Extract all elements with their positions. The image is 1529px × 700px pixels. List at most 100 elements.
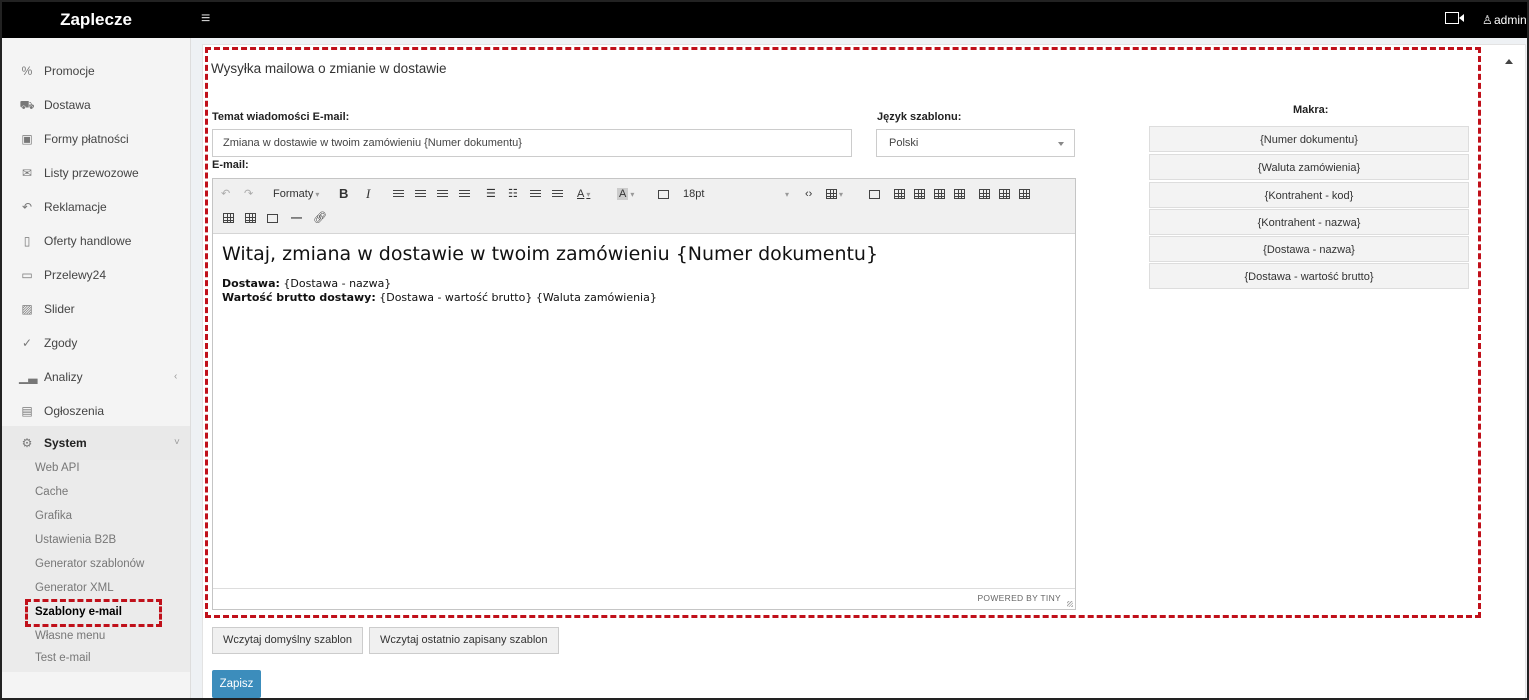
- powered-by-label[interactable]: POWERED BY TINY: [977, 593, 1061, 603]
- sidebar: % Promocje ⛟ Dostawa ▣ Formy płatności ✉…: [2, 38, 191, 698]
- email-line-delivery: Dostawa: {Dostawa - nazwa}: [222, 277, 1067, 291]
- redo-icon[interactable]: ↷: [244, 185, 253, 203]
- horizontal-rule-icon[interactable]: —: [291, 209, 302, 227]
- submenu-item-generator-szablonow[interactable]: Generator szablonów: [35, 553, 144, 575]
- outdent-icon[interactable]: [530, 185, 541, 203]
- save-button[interactable]: Zapisz: [212, 670, 261, 698]
- load-last-saved-button[interactable]: Wczytaj ostatnio zapisany szablon: [369, 627, 559, 654]
- sidebar-item-label: System: [44, 436, 87, 450]
- background-color-icon[interactable]: A ▾: [617, 185, 634, 203]
- submenu-item-test-email[interactable]: Test e-mail: [35, 647, 91, 669]
- sidebar-item-label: Formy płatności: [44, 132, 129, 146]
- sidebar-item-dostawa[interactable]: ⛟ Dostawa: [2, 88, 190, 122]
- submenu-item-ustawienia-b2b[interactable]: Ustawienia B2B: [35, 529, 116, 551]
- macros-title: Makra:: [1293, 104, 1329, 116]
- insert-col-before-icon[interactable]: [223, 209, 234, 227]
- source-code-icon[interactable]: ‹›: [805, 185, 812, 203]
- macro-button[interactable]: {Kontrahent - nazwa}: [1149, 209, 1469, 235]
- delete-table-icon[interactable]: [869, 185, 880, 203]
- subject-label: Temat wiadomości E-mail:: [212, 111, 350, 123]
- text-color-icon[interactable]: A ▾: [577, 185, 590, 203]
- table-dropdown-icon[interactable]: ▾: [826, 185, 843, 203]
- submenu-item-grafika[interactable]: Grafika: [35, 505, 72, 527]
- macro-button[interactable]: {Kontrahent - kod}: [1149, 182, 1469, 208]
- merge-cells-icon[interactable]: [954, 185, 965, 203]
- row-props-icon[interactable]: [914, 185, 925, 203]
- submenu-item-szablony-email[interactable]: Szablony e-mail: [35, 601, 122, 623]
- formats-dropdown[interactable]: Formaty ▾: [273, 185, 319, 203]
- chevron-down-icon[interactable]: ▾: [783, 185, 789, 203]
- sidebar-item-label: Przelewy24: [44, 268, 107, 282]
- align-center-icon[interactable]: [415, 185, 426, 203]
- undo-icon[interactable]: ↶: [221, 185, 230, 203]
- resize-handle-icon[interactable]: [1067, 601, 1073, 607]
- bold-button[interactable]: B: [339, 185, 348, 203]
- image-icon[interactable]: [658, 185, 669, 203]
- sidebar-item-label: Analizy: [44, 370, 83, 384]
- sidebar-item-zgody[interactable]: ✓ Zgody: [2, 326, 190, 360]
- delete-col-icon[interactable]: [267, 209, 278, 227]
- insert-row-before-icon[interactable]: [979, 185, 990, 203]
- macro-button[interactable]: {Dostawa - nazwa}: [1149, 236, 1469, 262]
- sidebar-item-reklamacje[interactable]: ↶ Reklamacje: [2, 190, 190, 224]
- macro-button[interactable]: {Waluta zamówienia}: [1149, 154, 1469, 180]
- sidebar-item-oferty-handlowe[interactable]: ▯ Oferty handlowe: [2, 224, 190, 258]
- sidebar-item-formy-platnosci[interactable]: ▣ Formy płatności: [2, 122, 190, 156]
- money-icon: ▣: [21, 132, 33, 146]
- load-default-button[interactable]: Wczytaj domyślny szablon: [212, 627, 363, 654]
- sidebar-item-system[interactable]: ⚙ System ˅: [2, 426, 190, 460]
- editor-toolbar: ↶ ↷ Formaty ▾ B I ☰ ☷ A ▾ A ▾ 18pt ▾ ‹› ▾: [213, 179, 1075, 234]
- italic-button[interactable]: I: [366, 185, 370, 203]
- sidebar-item-label: Promocje: [44, 64, 95, 78]
- sidebar-item-label: Zgody: [44, 336, 78, 350]
- language-value: Polski: [889, 137, 919, 149]
- sidebar-item-label: Dostawa: [44, 98, 91, 112]
- submenu-item-cache[interactable]: Cache: [35, 481, 68, 503]
- sidebar-item-analizy[interactable]: ▁▃ Analizy ‹: [2, 360, 190, 394]
- numbered-list-icon[interactable]: ☷: [508, 185, 518, 203]
- macro-button[interactable]: {Numer dokumentu}: [1149, 126, 1469, 152]
- hamburger-icon[interactable]: ≡: [201, 2, 210, 36]
- gross-label: Wartość brutto dostawy:: [222, 291, 376, 304]
- rich-text-editor: ↶ ↷ Formaty ▾ B I ☰ ☷ A ▾ A ▾ 18pt ▾ ‹› ▾: [212, 178, 1076, 610]
- check-icon: ✓: [21, 336, 33, 350]
- chevron-down-icon: ˅: [174, 437, 180, 448]
- sidebar-item-label: Reklamacje: [44, 200, 107, 214]
- video-icon[interactable]: [1445, 12, 1464, 24]
- collapse-icon[interactable]: [1505, 59, 1513, 64]
- bullet-list-icon[interactable]: ☰: [486, 185, 496, 203]
- submenu-item-wlasne-menu[interactable]: Własne menu: [35, 625, 105, 647]
- align-right-icon[interactable]: [437, 185, 448, 203]
- align-left-icon[interactable]: [393, 185, 404, 203]
- insert-row-after-icon[interactable]: [999, 185, 1010, 203]
- align-justify-icon[interactable]: [459, 185, 470, 203]
- insert-col-after-icon[interactable]: [245, 209, 256, 227]
- sidebar-item-slider[interactable]: ▨ Slider: [2, 292, 190, 326]
- brand-logo[interactable]: Zaplecze: [2, 2, 190, 38]
- panel-title: Wysyłka mailowa o zmianie w dostawie: [211, 61, 447, 76]
- email-heading: Witaj, zmiana w dostawie w twoim zamówie…: [222, 243, 879, 265]
- table-props-icon[interactable]: [894, 185, 905, 203]
- user-menu[interactable]: ♙admin: [1482, 2, 1527, 38]
- font-size-dropdown[interactable]: 18pt: [683, 185, 753, 203]
- editor-statusbar: POWERED BY TINY: [213, 588, 1075, 609]
- delivery-label: Dostawa:: [222, 277, 280, 290]
- sidebar-item-promocje[interactable]: % Promocje: [2, 54, 190, 88]
- cell-props-icon[interactable]: [934, 185, 945, 203]
- editor-content[interactable]: Witaj, zmiana w dostawie w twoim zamówie…: [222, 243, 1067, 305]
- submenu-item-web-api[interactable]: Web API: [35, 457, 80, 479]
- submenu-item-generator-xml[interactable]: Generator XML: [35, 577, 114, 599]
- indent-icon[interactable]: [552, 185, 563, 203]
- sidebar-item-listy-przewozowe[interactable]: ✉ Listy przewozowe: [2, 156, 190, 190]
- link-icon[interactable]: 🔗︎: [313, 209, 327, 227]
- sidebar-item-przelewy24[interactable]: ▭ Przelewy24: [2, 258, 190, 292]
- subject-input[interactable]: Zmiana w dostawie w twoim zamówieniu {Nu…: [212, 129, 852, 157]
- sidebar-item-ogloszenia[interactable]: ▤ Ogłoszenia: [2, 394, 190, 428]
- sidebar-item-label: Slider: [44, 302, 75, 316]
- formats-label: Formaty: [273, 188, 314, 200]
- language-select[interactable]: Polski: [876, 129, 1075, 157]
- app-frame: Zaplecze ≡ ♙admin % Promocje ⛟ Dostawa ▣…: [0, 0, 1529, 700]
- macro-button[interactable]: {Dostawa - wartość brutto}: [1149, 263, 1469, 289]
- delete-row-icon[interactable]: [1019, 185, 1030, 203]
- gross-value: {Dostawa - wartość brutto} {Waluta zamów…: [375, 291, 657, 304]
